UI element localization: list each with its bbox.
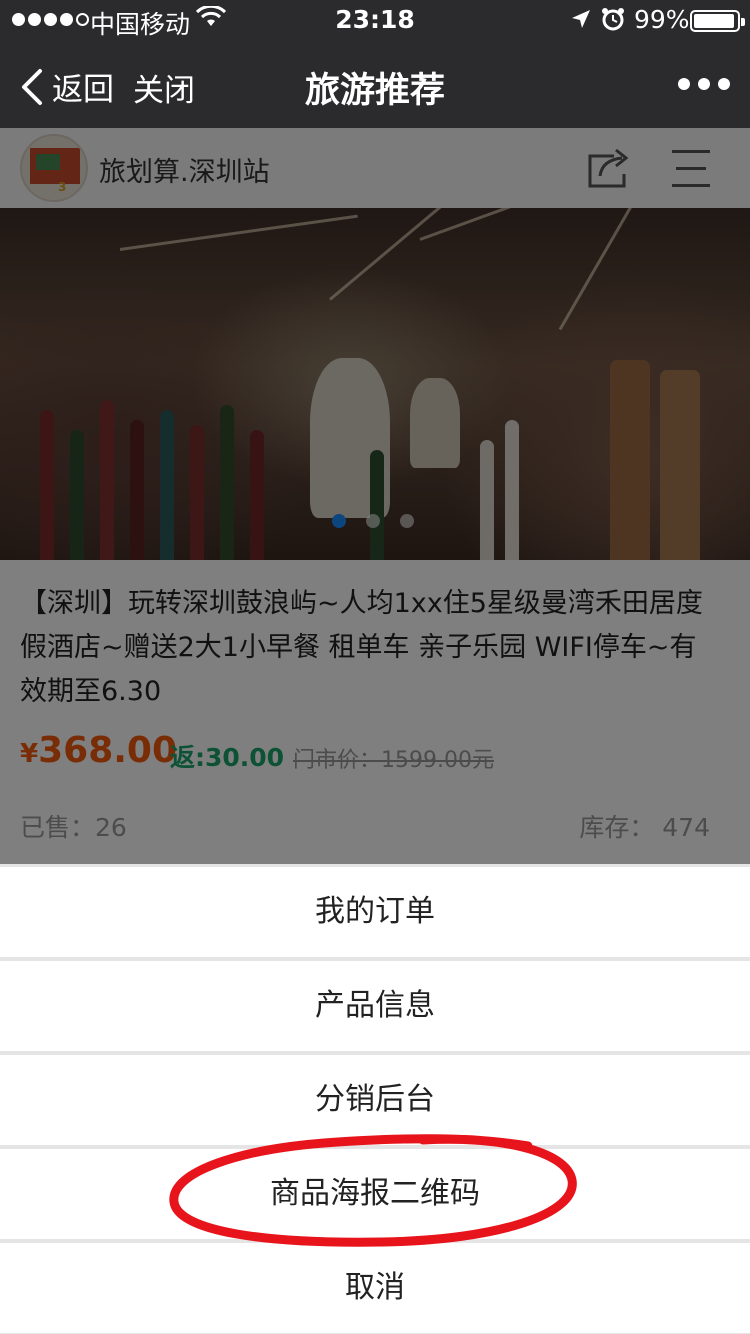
- cancel-button[interactable]: 取消: [0, 1243, 750, 1333]
- page-title: 旅游推荐: [304, 71, 445, 111]
- red-circle-annotation: [169, 1134, 577, 1247]
- modal-overlay[interactable]: [0, 128, 750, 864]
- battery-percent: 99%: [634, 5, 690, 34]
- status-bar: 中国移动 23:18 99%: [0, 0, 750, 40]
- action-product-info[interactable]: 产品信息: [0, 961, 750, 1051]
- more-options-icon[interactable]: [678, 78, 730, 90]
- action-sheet: 我的订单 产品信息 分销后台 商品海报二维码 取消: [0, 864, 750, 1334]
- location-arrow-icon: [572, 10, 590, 28]
- nav-bar: 返回 关闭 旅游推荐: [0, 40, 750, 128]
- alarm-icon: [602, 8, 624, 31]
- battery-icon: [690, 10, 745, 32]
- action-my-orders[interactable]: 我的订单: [0, 867, 750, 957]
